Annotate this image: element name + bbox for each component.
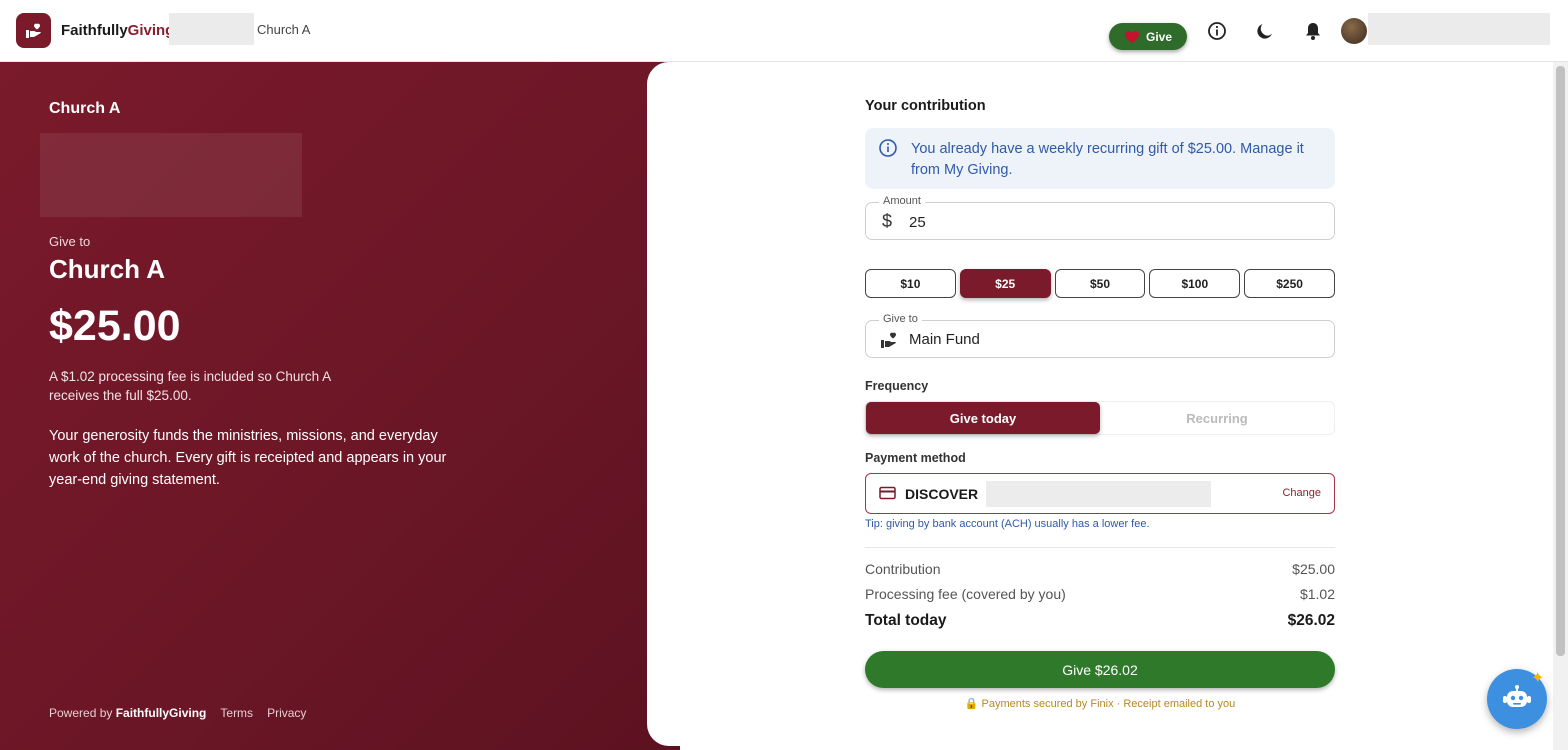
contribution-value: $25.00 bbox=[1292, 561, 1335, 577]
preset-100-button[interactable]: $100 bbox=[1149, 269, 1241, 298]
total-value: $26.02 bbox=[1287, 612, 1335, 629]
avatar[interactable] bbox=[1341, 18, 1367, 44]
church-banner-image bbox=[40, 133, 302, 217]
secure-note: 🔒 Payments secured by Finix · Receipt em… bbox=[964, 698, 1236, 710]
bell-icon[interactable] bbox=[1302, 20, 1324, 42]
frequency-label: Frequency bbox=[865, 379, 929, 393]
summary-contribution-row: Contribution $25.00 bbox=[865, 561, 1335, 577]
fee-label: Processing fee (covered by you) bbox=[865, 586, 1066, 602]
payment-method-field[interactable]: DISCOVER Change bbox=[865, 473, 1335, 514]
gift-amount: $25.00 bbox=[49, 302, 181, 350]
change-payment-button[interactable]: Change bbox=[1282, 487, 1321, 499]
credit-card-icon bbox=[879, 486, 896, 505]
recipient-name: Church A bbox=[49, 254, 166, 284]
fund-select[interactable]: Give to Main Fund bbox=[865, 313, 1335, 358]
giving-hand-icon bbox=[880, 330, 900, 355]
moon-icon[interactable] bbox=[1254, 20, 1276, 42]
contribution-label: Contribution bbox=[865, 561, 941, 577]
info-icon bbox=[878, 138, 898, 163]
preset-10-button[interactable]: $10 bbox=[865, 269, 956, 298]
panel-footer: Powered by FaithfullyGiving Terms Privac… bbox=[49, 706, 306, 720]
logo-icon[interactable] bbox=[16, 13, 51, 48]
amount-presets: $10 $25 $50 $100 $250 bbox=[865, 269, 1335, 298]
summary-fee-row: Processing fee (covered by you) $1.02 bbox=[865, 586, 1335, 602]
redacted-area bbox=[169, 13, 254, 45]
header-give-button[interactable]: Give bbox=[1109, 23, 1187, 50]
total-label: Total today bbox=[865, 612, 947, 629]
fee-value: $1.02 bbox=[1299, 586, 1335, 602]
give-today-option[interactable]: Give today bbox=[866, 402, 1100, 434]
recurring-option[interactable]: Recurring bbox=[1100, 402, 1334, 434]
lock-icon: 🔒 bbox=[964, 698, 979, 710]
terms-link[interactable]: Terms bbox=[220, 706, 253, 720]
heart-icon bbox=[1124, 30, 1139, 43]
summary-panel: Church A Give to Church A $25.00 A $1.02… bbox=[0, 62, 680, 750]
card-brand: DISCOVER bbox=[905, 486, 979, 502]
dollar-icon: $ bbox=[882, 211, 893, 231]
give-to-field-label: Give to bbox=[879, 313, 922, 325]
section-title: Your contribution bbox=[865, 98, 986, 114]
powered-by: Powered by FaithfullyGiving bbox=[49, 706, 207, 720]
info-message: You already have a weekly recurring gift… bbox=[911, 141, 1304, 178]
summary-total-row: Total today $26.02 bbox=[865, 612, 1335, 630]
brand-name[interactable]: FaithfullyGiving bbox=[61, 22, 169, 39]
preset-250-button[interactable]: $250 bbox=[1244, 269, 1335, 298]
sparkle-icon: ✦ bbox=[1531, 670, 1545, 687]
giving-description: Your generosity funds the ministries, mi… bbox=[49, 428, 447, 488]
panel-church-label: Church A bbox=[49, 100, 121, 117]
amount-field[interactable]: Amount $ 25 bbox=[865, 195, 1335, 240]
fund-value: Main Fund bbox=[909, 331, 980, 348]
amount-label: Amount bbox=[879, 195, 925, 207]
info-icon[interactable] bbox=[1206, 20, 1228, 42]
redacted-card-number bbox=[986, 481, 1211, 507]
amount-value: 25 bbox=[909, 214, 926, 231]
redacted-user-name bbox=[1368, 13, 1550, 45]
scrollbar-thumb[interactable] bbox=[1556, 66, 1565, 656]
fee-note: A $1.02 processing fee is included so Ch… bbox=[49, 369, 331, 403]
submit-give-button[interactable]: Give $26.02 bbox=[865, 651, 1335, 688]
give-to-label: Give to bbox=[49, 234, 91, 249]
robot-icon bbox=[1503, 685, 1531, 707]
preset-25-button[interactable]: $25 bbox=[959, 269, 1051, 298]
preset-50-button[interactable]: $50 bbox=[1054, 269, 1146, 298]
frequency-toggle: Give today Recurring bbox=[865, 401, 1335, 435]
payment-method-label: Payment method bbox=[865, 451, 966, 465]
header-church-name: Church A bbox=[257, 22, 311, 37]
divider bbox=[865, 547, 1335, 548]
top-bar: FaithfullyGiving Church A Give bbox=[0, 0, 1568, 62]
privacy-link[interactable]: Privacy bbox=[267, 706, 306, 720]
ach-tip: Tip: giving by bank account (ACH) usuall… bbox=[865, 518, 1150, 530]
scrollbar[interactable] bbox=[1553, 62, 1568, 750]
recurring-info-banner: You already have a weekly recurring gift… bbox=[865, 128, 1335, 189]
